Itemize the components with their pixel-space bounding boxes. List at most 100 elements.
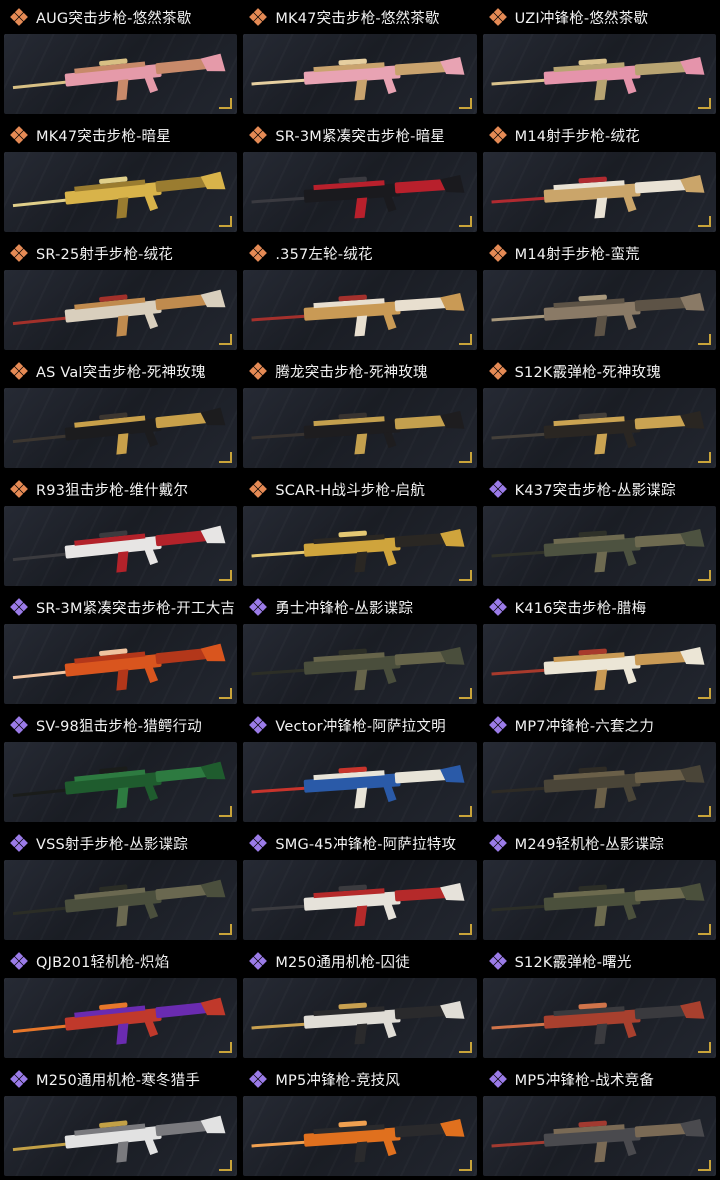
weapon-preview[interactable]: [482, 860, 716, 940]
skin-title: SCAR-H战斗步枪-启航: [275, 482, 426, 499]
skin-tile[interactable]: UZI冲锋枪-悠然茶歇: [482, 0, 716, 118]
tile-header: UZI冲锋枪-悠然茶歇: [483, 0, 716, 34]
skin-tile[interactable]: M250通用机枪-囚徒: [243, 944, 477, 1062]
weapon-preview[interactable]: [482, 506, 716, 586]
weapon-preview[interactable]: [4, 152, 238, 232]
weapon-preview[interactable]: [4, 388, 238, 468]
weapon-preview[interactable]: [243, 270, 477, 350]
skin-tile[interactable]: MK47突击步枪-悠然茶歇: [243, 0, 477, 118]
weapon-image: [491, 883, 705, 927]
skin-tile[interactable]: K437突击步枪-丛影谍踪: [482, 472, 716, 590]
skin-tile[interactable]: SCAR-H战斗步枪-启航: [243, 472, 477, 590]
skin-tile[interactable]: AS Val突击步枪-死神玫瑰: [4, 354, 238, 472]
tile-header: AUG突击步枪-悠然茶歇: [4, 0, 237, 34]
weapon-preview[interactable]: [482, 270, 716, 350]
tile-header: M250通用机枪-寒冬猎手: [4, 1062, 237, 1096]
weapon-preview[interactable]: [243, 506, 477, 586]
weapon-preview[interactable]: [243, 624, 477, 704]
skin-tile[interactable]: SR-3M紧凑突击步枪-暗星: [243, 118, 477, 236]
skin-tile[interactable]: SR-3M紧凑突击步枪-开工大吉: [4, 590, 238, 708]
weapon-image: [12, 171, 226, 219]
weapon-preview[interactable]: [4, 34, 238, 114]
skin-title: 腾龙突击步枪-死神玫瑰: [275, 364, 428, 381]
skin-tile[interactable]: QJB201轻机枪-炽焰: [4, 944, 238, 1062]
skin-tile[interactable]: MK47突击步枪-暗星: [4, 118, 238, 236]
weapon-image: [12, 643, 226, 691]
weapon-preview[interactable]: [243, 978, 477, 1058]
skin-tile[interactable]: SMG-45冲锋枪-阿萨拉特攻: [243, 826, 477, 944]
skin-title: S12K霰弹枪-曙光: [514, 954, 632, 971]
weapon-preview[interactable]: [4, 506, 238, 586]
weapon-preview[interactable]: [4, 978, 238, 1058]
weapon-preview[interactable]: [482, 152, 716, 232]
skin-tile[interactable]: VSS射手步枪-丛影谍踪: [4, 826, 238, 944]
skin-tile[interactable]: SV-98狙击步枪-猎鳄行动: [4, 708, 238, 826]
skin-tile[interactable]: .357左轮-绒花: [243, 236, 477, 354]
skin-tile[interactable]: MP5冲锋枪-战术竞备: [482, 1062, 716, 1180]
skin-title: AS Val突击步枪-死神玫瑰: [36, 364, 206, 381]
purple-rarity-icon: [249, 598, 268, 616]
weapon-preview[interactable]: [482, 742, 716, 822]
skin-tile[interactable]: M249轻机枪-丛影谍踪: [482, 826, 716, 944]
weapon-image: [12, 407, 226, 455]
tile-header: MP7冲锋枪-六套之力: [483, 708, 716, 742]
weapon-image: [12, 997, 226, 1045]
weapon-preview[interactable]: [4, 270, 238, 350]
weapon-preview[interactable]: [4, 742, 238, 822]
skin-tile[interactable]: K416突击步枪-腊梅: [482, 590, 716, 708]
weapon-image: [491, 529, 705, 573]
corner-mark-icon: [697, 924, 711, 935]
skin-tile[interactable]: M14射手步枪-绒花: [482, 118, 716, 236]
orange-rarity-icon: [249, 362, 268, 380]
skin-tile[interactable]: Vector冲锋枪-阿萨拉文明: [243, 708, 477, 826]
weapon-image: [491, 765, 705, 809]
corner-mark-icon: [697, 98, 711, 109]
purple-rarity-icon: [10, 716, 28, 734]
corner-mark-icon: [219, 1160, 233, 1171]
weapon-preview[interactable]: [243, 34, 477, 114]
weapon-preview[interactable]: [4, 1096, 238, 1176]
skin-tile[interactable]: MP5冲锋枪-竞技风: [243, 1062, 477, 1180]
weapon-preview[interactable]: [243, 388, 477, 468]
weapon-image: [251, 647, 465, 691]
skin-tile[interactable]: SR-25射手步枪-绒花: [4, 236, 238, 354]
skin-tile[interactable]: 腾龙突击步枪-死神玫瑰: [243, 354, 477, 472]
skin-tile[interactable]: S12K霰弹枪-死神玫瑰: [482, 354, 716, 472]
weapon-preview[interactable]: [243, 860, 477, 940]
weapon-image: [12, 761, 226, 809]
weapon-preview[interactable]: [482, 978, 716, 1058]
skin-tile[interactable]: R93狙击步枪-维什戴尔: [4, 472, 238, 590]
skin-tile[interactable]: 勇士冲锋枪-丛影谍踪: [243, 590, 477, 708]
weapon-preview[interactable]: [482, 1096, 716, 1176]
weapon-preview[interactable]: [243, 1096, 477, 1176]
weapon-preview[interactable]: [243, 742, 477, 822]
skin-tile[interactable]: AUG突击步枪-悠然茶歇: [4, 0, 238, 118]
weapon-preview[interactable]: [482, 388, 716, 468]
corner-mark-icon: [458, 216, 472, 227]
tile-header: SCAR-H战斗步枪-启航: [243, 472, 476, 506]
weapon-preview[interactable]: [4, 624, 238, 704]
orange-rarity-icon: [249, 8, 268, 26]
weapon-image: [12, 1115, 226, 1163]
skin-title: SV-98狙击步枪-猎鳄行动: [36, 718, 202, 735]
tile-header: QJB201轻机枪-炽焰: [4, 944, 237, 978]
skin-tile[interactable]: MP7冲锋枪-六套之力: [482, 708, 716, 826]
weapon-preview[interactable]: [482, 34, 716, 114]
orange-rarity-icon: [10, 244, 28, 262]
corner-mark-icon: [697, 334, 711, 345]
weapon-preview[interactable]: [482, 624, 716, 704]
weapon-image: [251, 765, 465, 809]
weapon-preview[interactable]: [243, 152, 477, 232]
skin-tile[interactable]: M250通用机枪-寒冬猎手: [4, 1062, 238, 1180]
corner-mark-icon: [219, 216, 233, 227]
corner-mark-icon: [219, 452, 233, 463]
skin-tile[interactable]: S12K霰弹枪-曙光: [482, 944, 716, 1062]
skin-tile[interactable]: M14射手步枪-蛮荒: [482, 236, 716, 354]
skin-title: S12K霰弹枪-死神玫瑰: [514, 364, 661, 381]
purple-rarity-icon: [249, 952, 268, 970]
weapon-preview[interactable]: [4, 860, 238, 940]
weapon-image: [12, 53, 226, 101]
weapon-image: [251, 57, 465, 101]
orange-rarity-icon: [249, 480, 268, 498]
skin-title: SMG-45冲锋枪-阿萨拉特攻: [275, 836, 457, 853]
